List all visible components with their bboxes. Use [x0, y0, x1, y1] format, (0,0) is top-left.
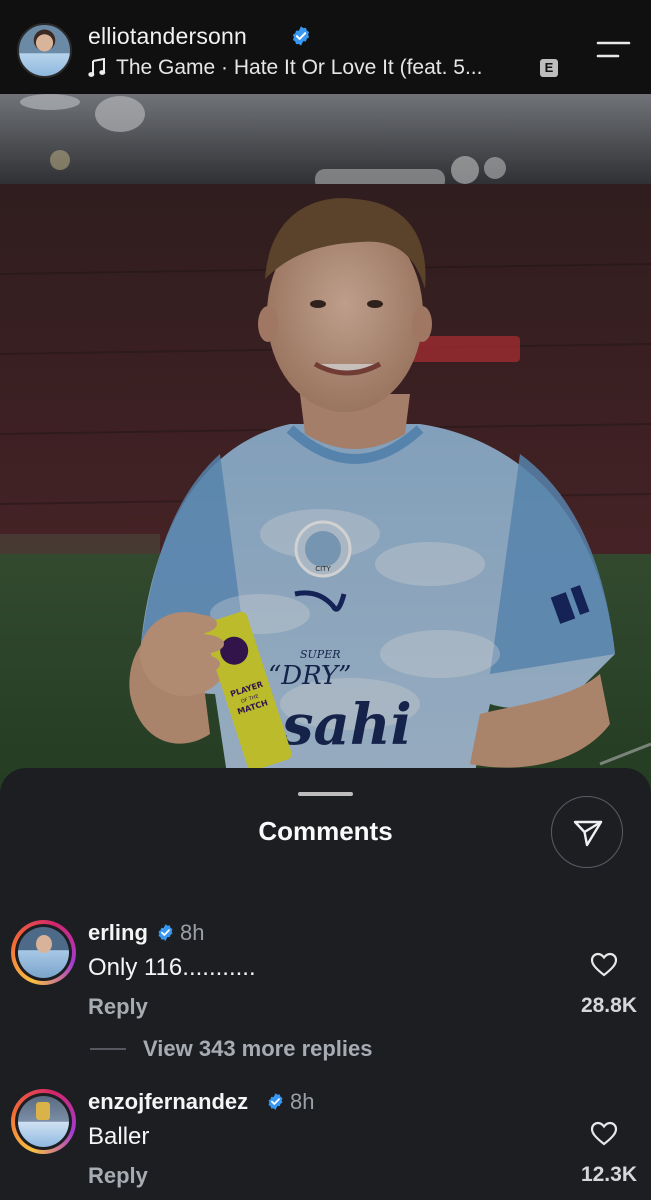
- post-photo[interactable]: CITY SUPER “DRY” sahi PLAYER OF THE MATC…: [0, 94, 651, 794]
- comment-text: Only 116...........: [88, 954, 256, 981]
- comments-sheet: Comments erling 8h Only 116........... R…: [0, 768, 651, 1200]
- comment-username[interactable]: enzojfernandez: [88, 1089, 248, 1115]
- like-count: 28.8K: [580, 994, 637, 1017]
- like-count: 12.3K: [580, 1163, 637, 1186]
- sheet-grabber-handle[interactable]: [298, 792, 353, 796]
- reel-header: elliotandersonn The Game · Hate It Or Lo…: [0, 0, 651, 94]
- comment-item: enzojfernandez 8h Baller Reply 12.3K: [0, 1085, 651, 1200]
- reply-button[interactable]: Reply: [88, 994, 148, 1020]
- send-icon: [573, 820, 603, 847]
- comment-timestamp: 8h: [180, 920, 205, 945]
- profile-avatar[interactable]: [17, 23, 72, 78]
- menu-icon[interactable]: [596, 40, 631, 60]
- commenter-avatar[interactable]: [11, 1089, 76, 1154]
- heart-icon[interactable]: [590, 1121, 618, 1147]
- reply-button[interactable]: Reply: [88, 1163, 148, 1189]
- explicit-badge: E: [540, 59, 558, 77]
- share-button[interactable]: [551, 796, 623, 868]
- comment-username[interactable]: erling: [88, 920, 148, 946]
- verified-badge-icon: [292, 26, 310, 46]
- music-track-label[interactable]: The Game · Hate It Or Love It (feat. 5..…: [116, 56, 482, 80]
- replies-divider: [90, 1048, 126, 1050]
- music-note-icon: [88, 58, 106, 77]
- heart-icon[interactable]: [590, 952, 618, 978]
- player-photo-illustration: CITY SUPER “DRY” sahi PLAYER OF THE MATC…: [0, 94, 651, 794]
- comment-text: Baller: [88, 1123, 150, 1150]
- view-more-replies-button[interactable]: View 343 more replies: [143, 1036, 373, 1062]
- commenter-avatar[interactable]: [11, 920, 76, 985]
- verified-badge-icon: [158, 924, 173, 941]
- comment-timestamp: 8h: [290, 1089, 315, 1114]
- comment-item: erling 8h Only 116........... Reply 28.8…: [0, 916, 651, 1066]
- verified-badge-icon: [268, 1093, 283, 1110]
- header-username[interactable]: elliotandersonn: [88, 23, 247, 50]
